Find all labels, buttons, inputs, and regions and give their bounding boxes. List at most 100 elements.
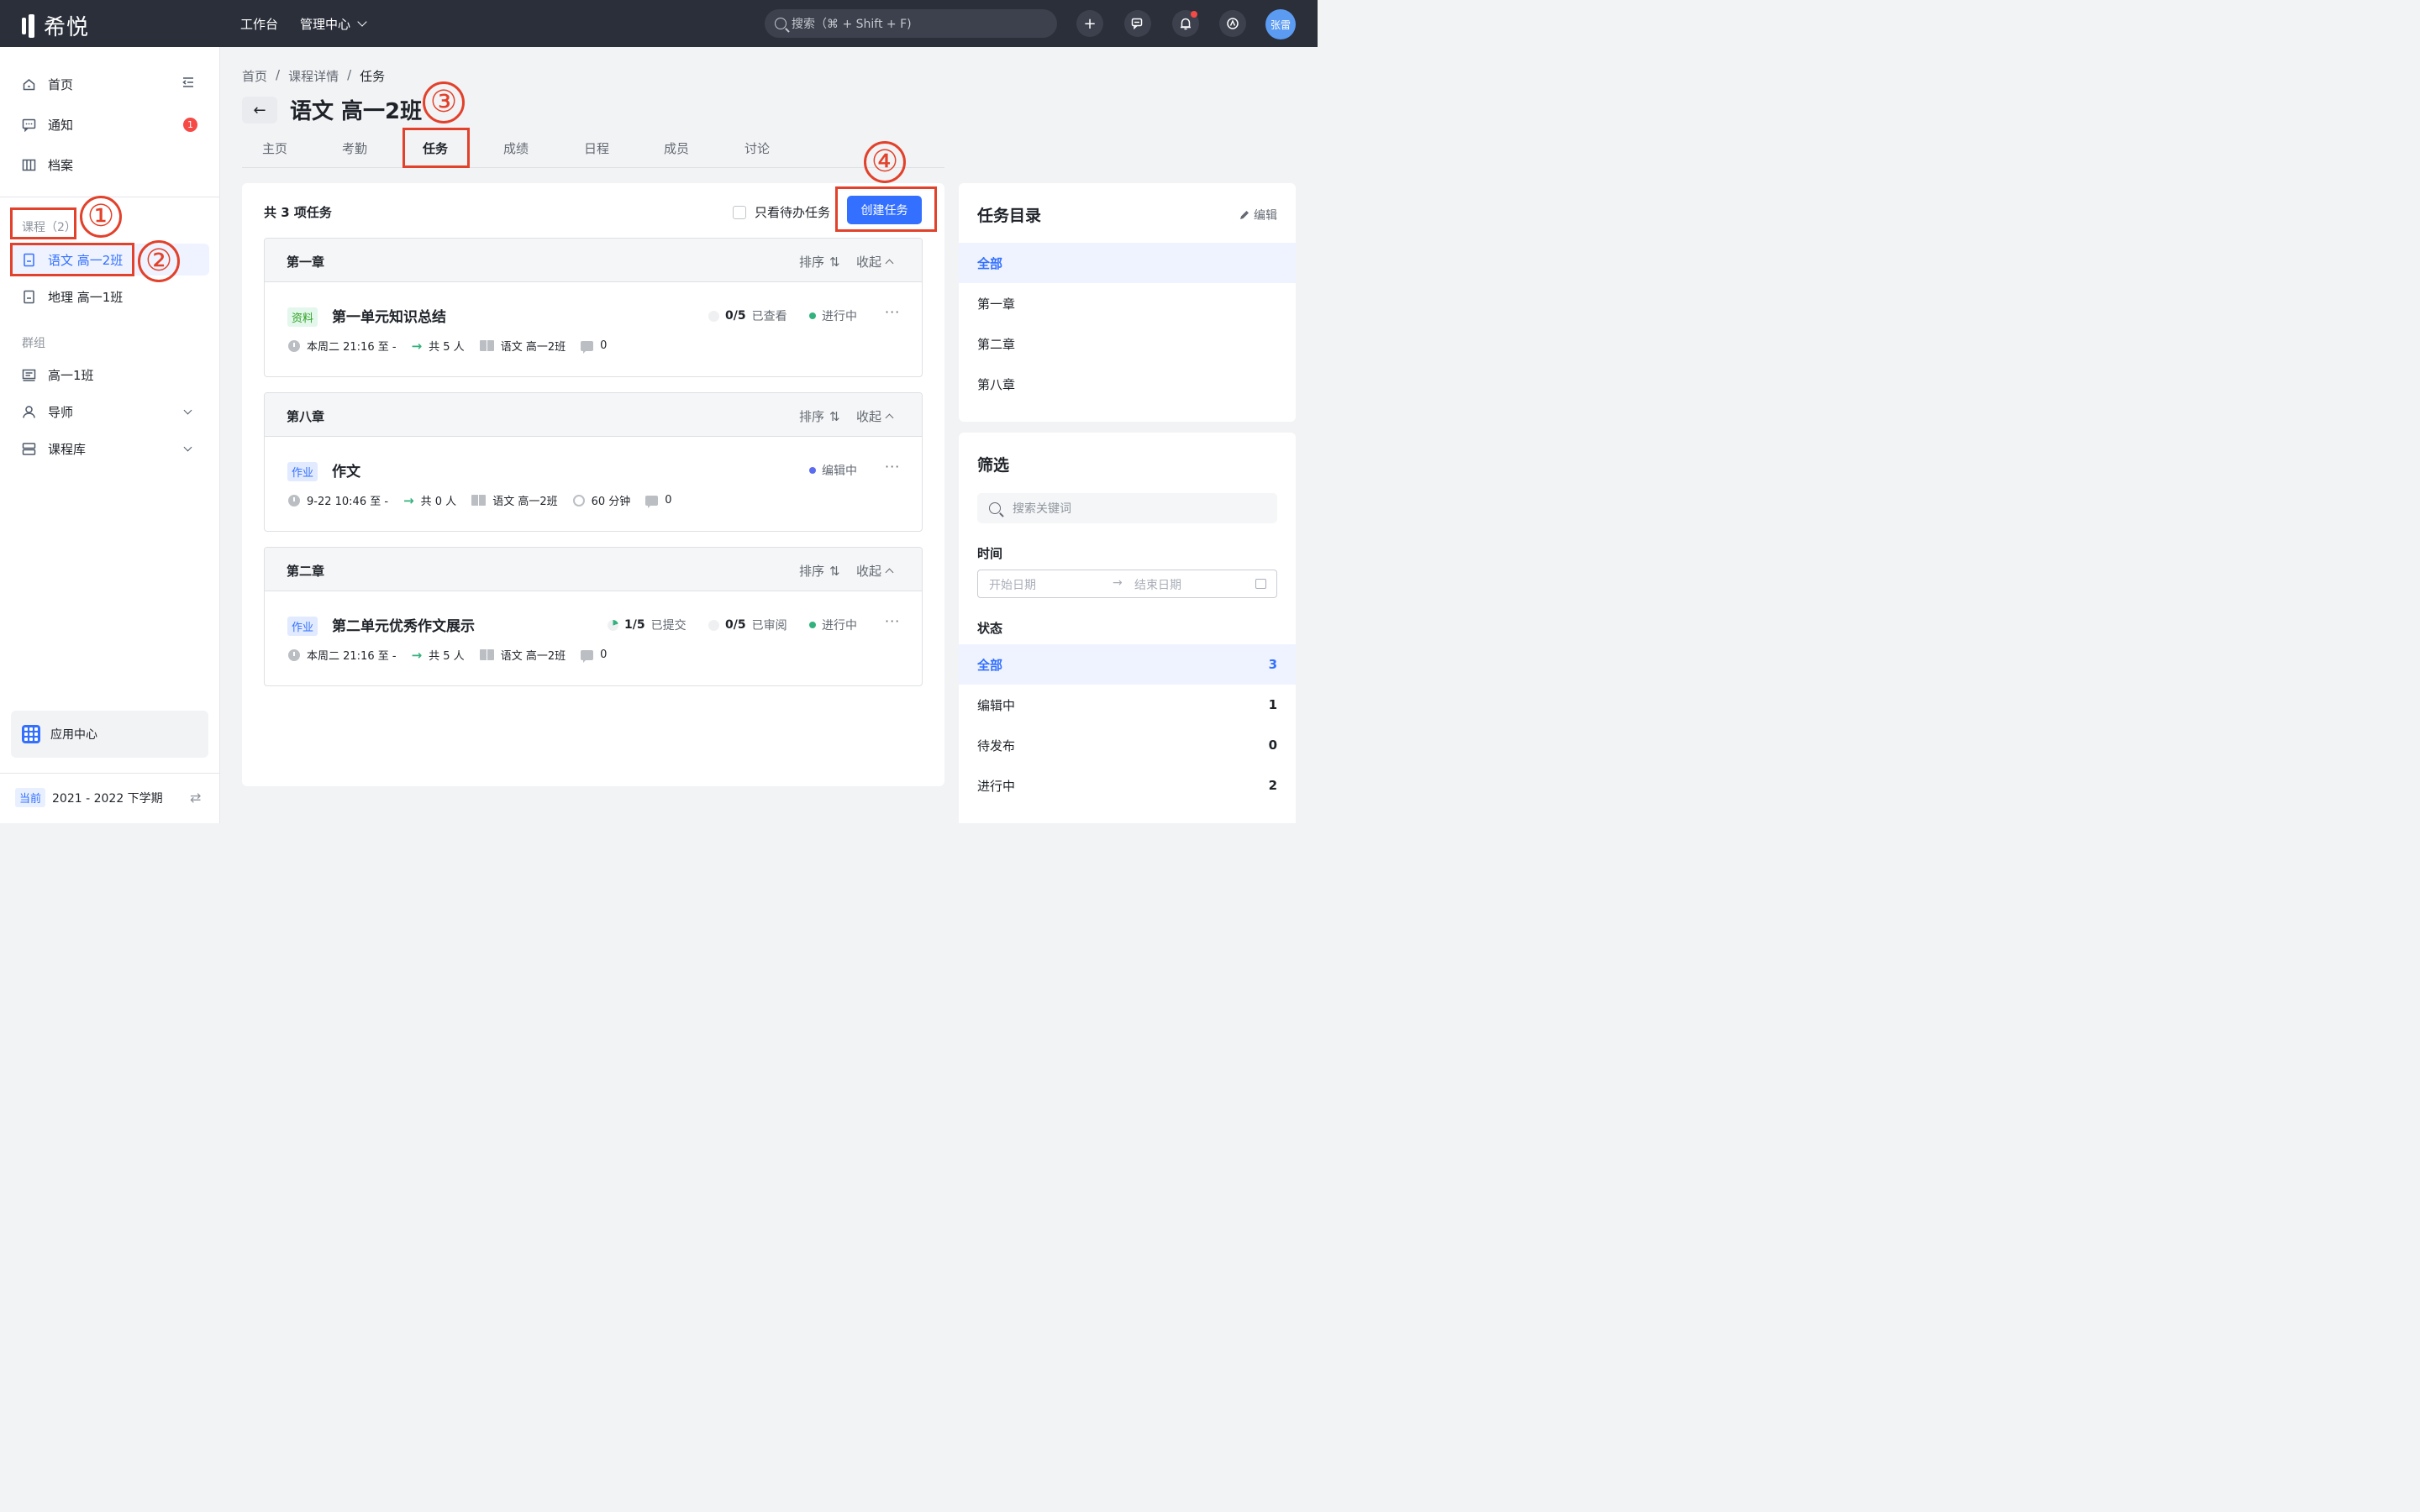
sort-label: 排序 [799,564,825,579]
top-bar: 希悦 工作台 管理中心 搜索（⌘ + Shift + F) + 张雷 [0,0,1318,47]
switch-term-icon[interactable]: ⇄ [190,790,201,806]
clock-icon [288,339,300,352]
nav-workbench[interactable]: 工作台 [240,15,278,33]
keyword-search-input[interactable]: 搜索关键词 [977,493,1277,523]
task-comments: 0 [600,339,608,352]
chapter-header: 第二章 排序 ⇅ 收起 [265,548,922,591]
tab-grades[interactable]: 成绩 [503,139,529,157]
task-item[interactable]: 作业 第二单元优秀作文展示 1/5 已提交 0/5 已审阅 进行中 ··· 本周… [265,591,922,685]
more-options-icon[interactable]: ··· [885,459,900,475]
edit-catalog-button[interactable]: 编辑 [1239,207,1277,223]
annotation-marker-2: ② [138,240,180,282]
only-todo-label: 只看待办任务 [755,205,831,220]
sidebar-item-home[interactable]: 首页 [10,68,209,100]
tab-members[interactable]: 成员 [664,139,689,157]
term-selector[interactable]: 当前 2021 - 2022 下学期 [15,788,163,807]
tab-discussion[interactable]: 讨论 [744,139,770,157]
page-title: 语文 高一2班 [290,99,423,124]
status-filter-label: 状态 [977,621,1003,636]
back-button[interactable]: ← [242,97,277,123]
collapse-label: 收起 [856,409,882,424]
breadcrumb-home[interactable]: 首页 [242,67,267,85]
status-filter-count: 3 [1268,657,1277,672]
task-status: 进行中 [809,307,857,324]
collapse-button[interactable]: 收起 [856,562,894,580]
tab-schedule[interactable]: 日程 [584,139,609,157]
chapter-title: 第一章 [287,255,325,270]
app-logo[interactable]: 希悦 [20,10,89,41]
status-filter-all[interactable]: 全部 3 [959,644,1296,685]
app-center-button[interactable]: 应用中心 [11,711,208,758]
sidebar-item-label: 通知 [48,117,74,133]
catalog-item[interactable]: 第二章 [959,323,1296,364]
sort-button[interactable]: 排序 ⇅ [799,407,840,425]
sort-button[interactable]: 排序 ⇅ [799,253,840,270]
sidebar-item-archive[interactable]: 档案 [10,149,209,181]
sidebar-item-mentor[interactable]: 导师 [10,396,209,428]
status-dot [809,467,816,474]
task-status: 编辑中 [809,462,857,479]
tab-home[interactable]: 主页 [262,139,287,157]
sidebar-item-notifications[interactable]: 通知 1 [10,108,209,140]
collapse-button[interactable]: 收起 [856,407,894,425]
task-item[interactable]: 作业 作文 编辑中 ··· 9-22 10:46 至 - → 共 0 人 语文 高… [265,437,922,531]
breadcrumb-course-detail[interactable]: 课程详情 [288,67,339,85]
notifications-button[interactable] [1172,10,1199,37]
messages-button[interactable] [1124,10,1151,37]
plus-icon: + [1083,14,1097,33]
comment-icon [581,649,594,663]
task-meta: 本周二 21:16 至 - → 共 5 人 语文 高一2班 0 [288,647,622,663]
end-date-input[interactable]: 结束日期 [1134,576,1181,593]
task-time: 本周二 21:16 至 - [307,650,397,663]
add-button[interactable]: + [1076,10,1103,37]
pencil-icon [1240,210,1249,219]
sort-icon: ⇅ [829,408,840,424]
collapse-sidebar-icon[interactable] [182,76,194,92]
clock-icon [288,494,300,507]
tab-attendance[interactable]: 考勤 [342,139,367,157]
sidebar-item-course-geography[interactable]: 地理 高一1班 [10,281,209,312]
catalog-item[interactable]: 第八章 [959,364,1296,404]
more-options-icon[interactable]: ··· [885,304,900,320]
archive-icon [22,158,36,172]
global-search-input[interactable]: 搜索（⌘ + Shift + F) [765,9,1057,38]
task-name[interactable]: 第二单元优秀作文展示 [332,614,475,635]
task-course: 语文 高一2班 [500,341,566,354]
task-type-tag: 作业 [287,617,318,636]
search-placeholder: 搜索（⌘ + Shift + F) [792,18,912,31]
sidebar-item-course-library[interactable]: 课程库 [10,433,209,465]
catalog-item[interactable]: 第一章 [959,283,1296,323]
only-todo-checkbox[interactable]: 只看待办任务 [733,203,830,221]
assistant-button[interactable] [1219,10,1246,37]
task-name[interactable]: 第一单元知识总结 [332,305,446,326]
alarm-clock-icon [572,494,585,507]
compass-icon [1227,18,1239,29]
filter-card: 筛选 搜索关键词 时间 开始日期 → 结束日期 状态 全部 3 编辑中 1 待发布 0… [959,433,1296,823]
sidebar-item-label: 地理 高一1班 [48,289,124,305]
status-label: 进行中 [822,619,857,633]
more-options-icon[interactable]: ··· [885,613,900,629]
collapse-button[interactable]: 收起 [856,253,894,270]
task-name[interactable]: 作文 [332,459,360,480]
start-date-input[interactable]: 开始日期 [989,576,1036,593]
status-filter-in-progress[interactable]: 进行中 2 [959,765,1296,806]
catalog-title: 任务目录 [977,207,1042,225]
date-range-picker[interactable]: 开始日期 → 结束日期 [977,570,1277,598]
chapter-title: 第二章 [287,564,325,579]
progress-ring-icon [708,619,719,631]
status-filter-pending[interactable]: 待发布 0 [959,725,1296,765]
annotation-highlight-tasks-tab [402,128,470,168]
sidebar-item-class-group[interactable]: 高一1班 [10,359,209,391]
catalog-item-all[interactable]: 全部 [959,243,1296,283]
course-tabs: 主页 考勤 任务 成绩 日程 成员 讨论 [242,129,944,168]
term-label: 2021 - 2022 下学期 [52,791,163,806]
task-count: 共 3 项任务 [264,205,332,220]
status-filter-editing[interactable]: 编辑中 1 [959,685,1296,725]
nav-admin-center[interactable]: 管理中心 [300,15,367,33]
user-avatar[interactable]: 张雷 [1265,9,1296,39]
task-item[interactable]: 资料 第一单元知识总结 0/5 已查看 进行中 ··· 本周二 21:16 至 … [265,282,922,376]
sort-button[interactable]: 排序 ⇅ [799,562,840,580]
comment-icon [581,340,594,354]
stat-total: /5 [632,618,645,632]
task-people: 共 5 人 [429,341,465,354]
